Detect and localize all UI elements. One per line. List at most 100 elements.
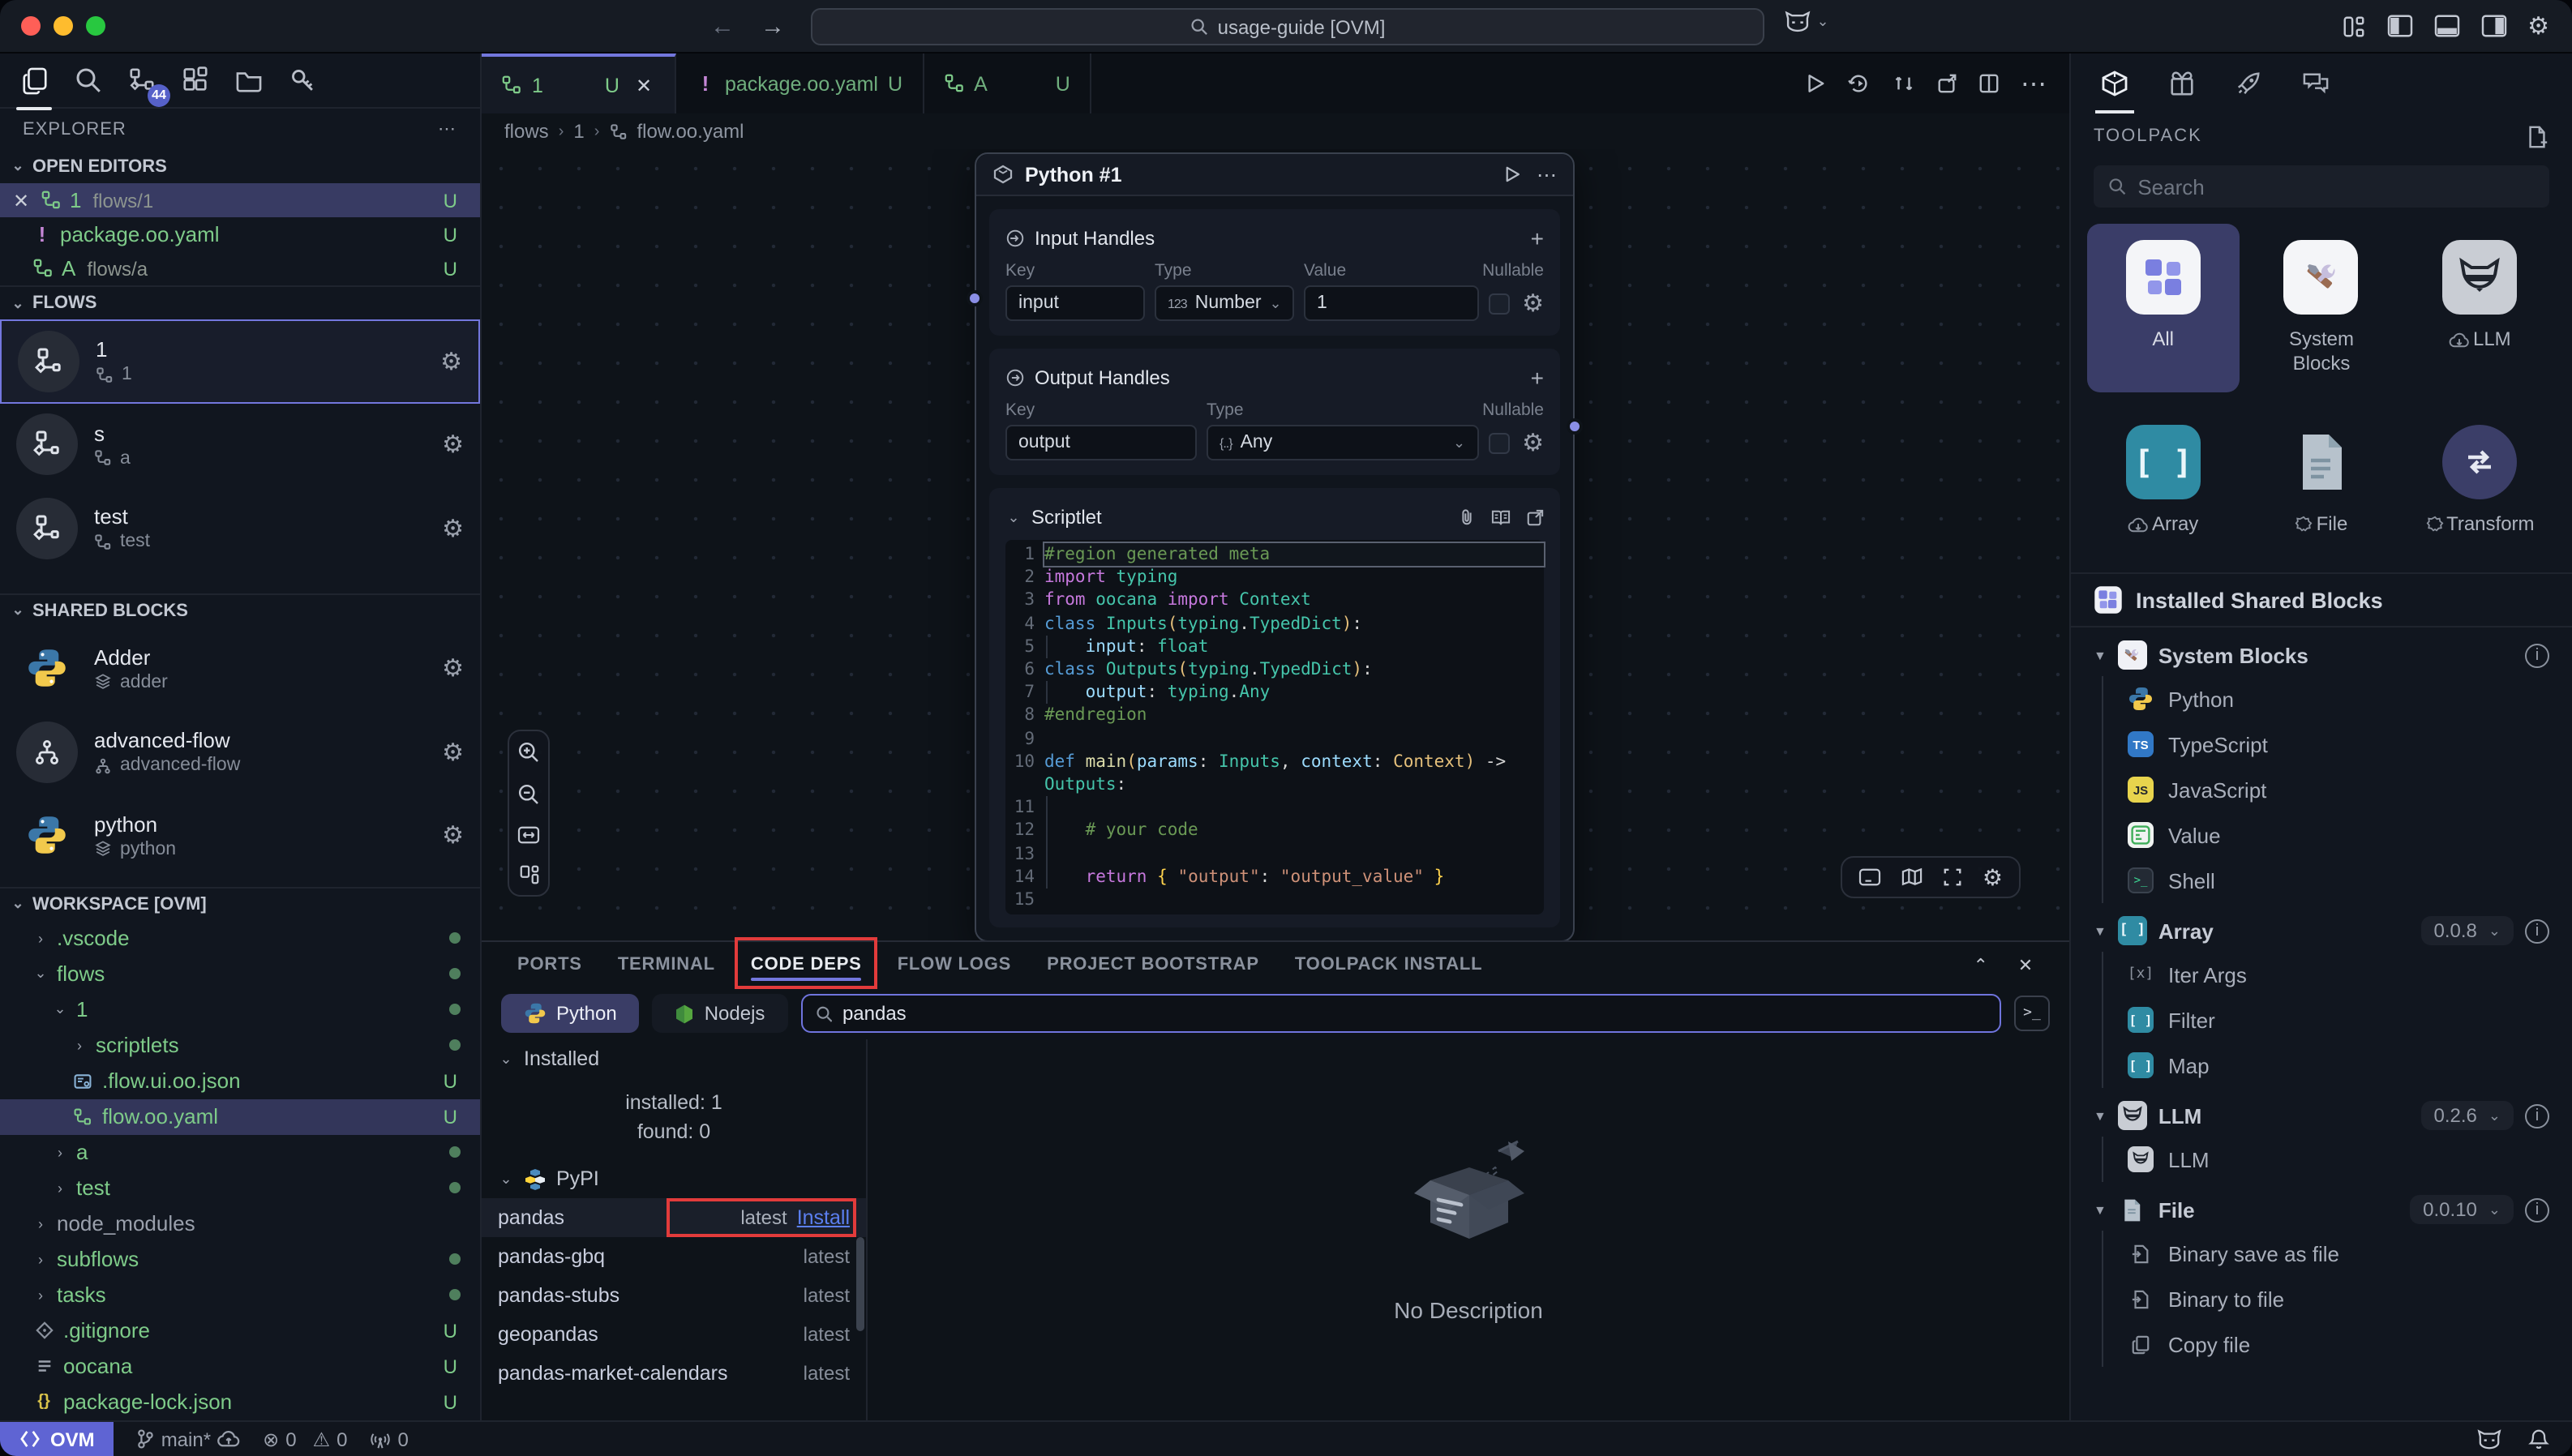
rerun-icon[interactable] [1847, 73, 1871, 94]
tree-item[interactable]: ›.vscode [0, 921, 480, 957]
fullscreen-icon[interactable] [1944, 867, 1963, 887]
info-icon[interactable]: i [2525, 1103, 2549, 1128]
extensions-view-icon[interactable] [177, 59, 212, 101]
block-item-shell[interactable]: >_ Shell [2103, 858, 2572, 903]
customize-layout-icon[interactable] [2341, 14, 2365, 38]
rocket-tab-icon[interactable] [2235, 54, 2262, 113]
maximize-panel-icon[interactable]: ⌃ [1974, 954, 1989, 975]
node-header[interactable]: Python #1 ⋯ [976, 154, 1573, 196]
toggle-sidebar-right-icon[interactable] [2480, 15, 2506, 37]
add-input-icon[interactable]: + [1531, 225, 1544, 251]
group-file[interactable]: ▼ File 0.0.10⌄ i [2071, 1188, 2572, 1231]
block-item-python[interactable]: Python [2103, 676, 2572, 722]
output-connector-dot[interactable] [1567, 418, 1583, 435]
search-view-icon[interactable] [70, 59, 105, 101]
tree-item[interactable]: ›scriptlets [0, 1028, 480, 1064]
chat-tab-icon[interactable] [2301, 54, 2330, 113]
package-row[interactable]: pandas-stubslatest [482, 1276, 866, 1315]
zoom-out-icon[interactable] [517, 783, 540, 806]
package-row[interactable]: geopandaslatest [482, 1315, 866, 1354]
tree-item[interactable]: ›node_modules [0, 1206, 480, 1242]
deps-terminal-button[interactable]: >_ [2014, 996, 2050, 1031]
minimap-icon[interactable] [1901, 867, 1924, 887]
notifications-bell-icon[interactable] [2528, 1428, 2549, 1450]
group-llm[interactable]: ▼ LLM 0.2.6⌄ i [2071, 1094, 2572, 1137]
export-icon[interactable] [1936, 73, 1957, 94]
tile-system-blocks[interactable]: System Blocks [2245, 224, 2397, 392]
gear-icon[interactable]: ⚙ [442, 654, 464, 683]
toggle-sidebar-left-icon[interactable] [2386, 15, 2412, 37]
copilot-menu[interactable]: ⌄ [1784, 10, 1831, 32]
open-editors-header[interactable]: ⌄ OPEN EDITORS [0, 149, 480, 183]
tile-all[interactable]: All [2087, 224, 2239, 392]
tree-item[interactable]: .flow.ui.oo.jsonU [0, 1064, 480, 1099]
zoom-in-icon[interactable] [517, 741, 540, 764]
shared-block-card[interactable]: python python ⚙ [0, 794, 480, 877]
node-more-icon[interactable]: ⋯ [1537, 162, 1557, 186]
gift-tab-icon[interactable] [2168, 54, 2196, 113]
tab-project-bootstrap[interactable]: PROJECT BOOTSTRAP [1047, 949, 1259, 981]
more-actions-icon[interactable]: ⋯ [2021, 67, 2047, 100]
console-panel-icon[interactable] [1859, 867, 1882, 887]
flows-section-header[interactable]: ⌄ FLOWS [0, 285, 480, 319]
split-editor-icon[interactable] [1978, 73, 2000, 94]
install-link[interactable]: Install [797, 1206, 850, 1229]
nullable-checkbox[interactable] [1488, 432, 1509, 453]
block-item-binary-save-as-file[interactable]: Binary save as file [2103, 1231, 2572, 1276]
tab-code-deps[interactable]: CODE DEPS [751, 949, 862, 981]
node-run-icon[interactable] [1502, 165, 1520, 183]
list-scrollbar-thumb[interactable] [856, 1237, 864, 1331]
tree-item[interactable]: ⌄1 [0, 992, 480, 1028]
info-icon[interactable]: i [2525, 919, 2549, 943]
flow-card[interactable]: test test ⚙ [0, 486, 480, 570]
open-editor-item[interactable]: ✕ 1 flows/1 U [0, 183, 480, 217]
nodejs-filter-button[interactable]: Nodejs [653, 994, 788, 1033]
tab-flow-logs[interactable]: FLOW LOGS [898, 949, 1011, 981]
shared-blocks-header[interactable]: ⌄ SHARED BLOCKS [0, 593, 480, 627]
shared-block-card[interactable]: Adder adder ⚙ [0, 627, 480, 710]
block-item-filter[interactable]: [ ] Filter [2103, 997, 2572, 1043]
block-item-javascript[interactable]: JS JavaScript [2103, 767, 2572, 812]
block-item-copy-file[interactable]: Copy file [2103, 1321, 2572, 1367]
tree-item[interactable]: oocanaU [0, 1349, 480, 1385]
tab-toolpack-install[interactable]: TOOLPACK INSTALL [1295, 949, 1483, 981]
version-select[interactable]: 0.0.10⌄ [2410, 1195, 2514, 1224]
output-key-field[interactable]: output [1005, 425, 1197, 460]
tile-transform[interactable]: Transform [2404, 409, 2556, 553]
git-branch-status[interactable]: main* [137, 1428, 240, 1450]
info-icon[interactable]: i [2525, 1197, 2549, 1222]
fit-view-icon[interactable] [517, 825, 540, 845]
gear-icon[interactable]: ⚙ [442, 514, 464, 543]
gear-icon[interactable]: ⚙ [442, 820, 464, 850]
block-item-typescript[interactable]: TS TypeScript [2103, 722, 2572, 767]
version-select[interactable]: 0.2.6⌄ [2421, 1101, 2514, 1130]
zoom-window-button[interactable] [86, 16, 105, 36]
block-item-value[interactable]: Value [2103, 812, 2572, 858]
input-type-select[interactable]: 123Number⌄ [1155, 285, 1294, 321]
add-output-icon[interactable]: + [1531, 365, 1544, 391]
info-icon[interactable]: i [2525, 643, 2549, 667]
open-external-icon[interactable] [1526, 508, 1544, 526]
close-panel-icon[interactable]: ✕ [2018, 954, 2034, 975]
input-connector-dot[interactable] [967, 290, 983, 306]
node-python-1[interactable]: Python #1 ⋯ Input Handles + [975, 152, 1575, 940]
workspace-section-header[interactable]: ⌄ WORKSPACE [OVM] [0, 887, 480, 921]
copilot-status-icon[interactable] [2476, 1428, 2502, 1450]
open-editor-item[interactable]: ! package.oo.yaml U [0, 217, 480, 251]
problems-status[interactable]: ⊗0 ⚠0 [263, 1428, 347, 1450]
tab-flow-a[interactable]: A U [924, 54, 1091, 113]
group-array[interactable]: ▼ [ ] Array 0.0.8⌄ i [2071, 910, 2572, 952]
python-filter-button[interactable]: Python [501, 994, 640, 1033]
run-icon[interactable] [1805, 73, 1826, 94]
output-type-select[interactable]: {..}Any⌄ [1207, 425, 1478, 460]
compare-changes-icon[interactable] [1893, 73, 1915, 94]
tree-item[interactable]: {}package-lock.jsonU [0, 1385, 480, 1420]
tile-llm[interactable]: LLM [2404, 224, 2556, 392]
open-editor-item[interactable]: A flows/a U [0, 251, 480, 285]
toggle-panel-icon[interactable] [2433, 15, 2459, 37]
tab-terminal[interactable]: TERMINAL [618, 949, 715, 981]
forward-icon[interactable]: → [761, 12, 785, 40]
package-row[interactable]: pandas-market-calendarslatest [482, 1354, 866, 1393]
flow-card[interactable]: 1 1 ⚙ [0, 319, 480, 403]
command-center-search[interactable]: usage-guide [OVM] [811, 8, 1764, 45]
